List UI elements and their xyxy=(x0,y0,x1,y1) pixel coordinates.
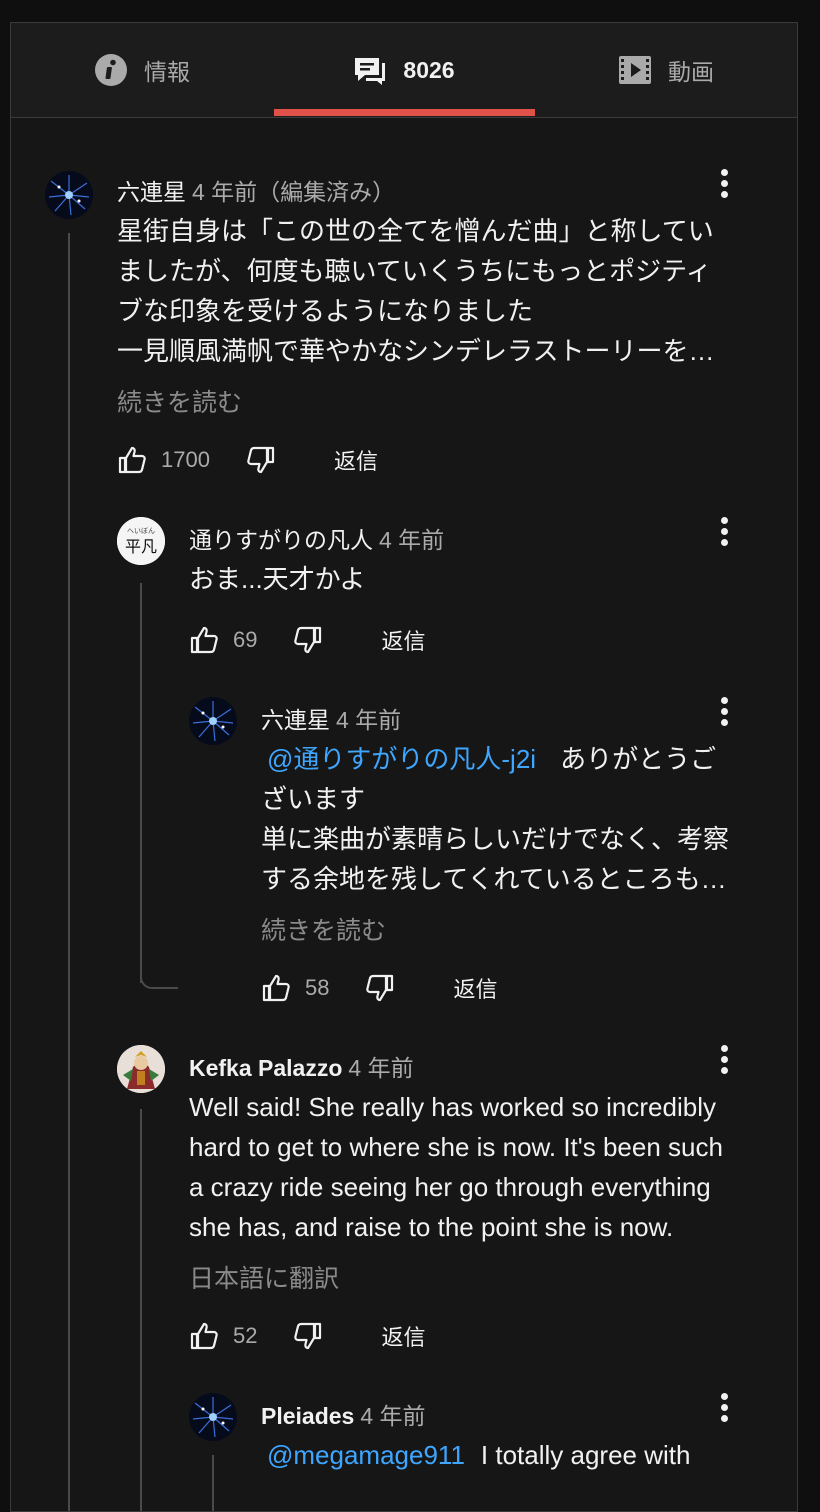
thumbs-down-icon xyxy=(294,626,322,654)
thumbs-down-icon xyxy=(366,974,394,1002)
comment-actions: 1700 返信 xyxy=(117,440,378,480)
like-button[interactable]: 58 xyxy=(261,973,329,1003)
thread-line xyxy=(140,1109,142,1511)
reply-button[interactable]: 返信 xyxy=(334,444,378,476)
reply-button[interactable]: 返信 xyxy=(453,972,497,1004)
comment-text: Well said! She really has worked so incr… xyxy=(189,1092,723,1242)
thumbs-down-icon xyxy=(247,446,275,474)
avatar[interactable] xyxy=(189,697,237,745)
more-options-icon[interactable] xyxy=(714,1045,734,1081)
tab-info-label: 情報 xyxy=(144,59,190,85)
timestamp[interactable]: 4 年前 xyxy=(348,1055,413,1081)
thumbs-up-icon xyxy=(190,626,218,654)
timestamp[interactable]: 4 年前 xyxy=(379,527,444,553)
reply-button[interactable]: 返信 xyxy=(381,1320,425,1352)
author-name[interactable]: Pleiades xyxy=(261,1403,354,1429)
thumbs-down-icon xyxy=(294,1322,322,1350)
svg-text:平凡: 平凡 xyxy=(125,537,157,556)
thread-line xyxy=(212,1455,214,1511)
like-button[interactable]: 1700 xyxy=(117,445,210,475)
like-count: 69 xyxy=(233,627,258,652)
thumbs-up-icon xyxy=(118,446,146,474)
tab-video[interactable]: 動画 xyxy=(535,23,797,117)
tab-comments[interactable]: 8026 xyxy=(273,23,535,117)
dislike-button[interactable] xyxy=(365,973,395,1003)
comment-text: 星街自身は「この世の全てを憎んだ曲」と称してい ましたが、何度も聴いていくうちに… xyxy=(117,216,715,366)
avatar[interactable] xyxy=(45,171,93,219)
like-button[interactable]: 52 xyxy=(189,1321,257,1351)
comments-panel: 情報 8026 動画 六連星 4 年前（編集済み） 星街自身は「この世の全てを憎… xyxy=(10,22,798,1512)
comment-actions: 58 返信 xyxy=(261,968,498,1008)
comment-actions: 52 返信 xyxy=(189,1316,426,1356)
thumbs-up-icon xyxy=(262,974,290,1002)
comment-header: Pleiades 4 年前 xyxy=(261,1397,426,1431)
author-name[interactable]: 通りすがりの凡人 xyxy=(189,527,373,553)
author-name[interactable]: Kefka Palazzo xyxy=(189,1055,342,1081)
like-count: 58 xyxy=(305,975,330,1000)
more-options-icon[interactable] xyxy=(714,1393,734,1429)
tab-bar: 情報 8026 動画 xyxy=(11,23,797,118)
avatar[interactable]: へいぼん 平凡 xyxy=(117,517,165,565)
author-name[interactable]: 六連星 xyxy=(261,707,330,733)
dislike-button[interactable] xyxy=(293,625,323,655)
avatar[interactable] xyxy=(117,1045,165,1093)
comment-header: 六連星 4 年前 xyxy=(261,701,401,735)
tab-info[interactable]: 情報 xyxy=(11,23,273,117)
svg-text:へいぼん: へいぼん xyxy=(127,527,155,535)
active-tab-indicator xyxy=(274,109,535,116)
like-count: 1700 xyxy=(161,447,210,472)
timestamp[interactable]: 4 年前 xyxy=(360,1403,425,1429)
read-more-link[interactable]: 続きを読む xyxy=(261,911,386,947)
comment-header: 通りすがりの凡人 4 年前 xyxy=(189,521,444,555)
thumbs-up-icon xyxy=(190,1322,218,1350)
reply-button[interactable]: 返信 xyxy=(381,624,425,656)
comment-actions: 69 返信 xyxy=(189,620,426,660)
thread-line xyxy=(68,233,70,1511)
more-options-icon[interactable] xyxy=(714,697,734,733)
dislike-button[interactable] xyxy=(293,1321,323,1351)
timestamp[interactable]: 4 年前（編集済み） xyxy=(192,179,395,205)
mention-link[interactable]: @通りすがりの凡人-j2i xyxy=(267,744,536,774)
dislike-button[interactable] xyxy=(246,445,276,475)
comment-text: おま...天才かよ xyxy=(189,564,366,594)
tab-video-label: 動画 xyxy=(668,59,714,85)
comments-icon xyxy=(353,55,387,85)
read-more-link[interactable]: 続きを読む xyxy=(117,383,242,419)
like-button[interactable]: 69 xyxy=(189,625,257,655)
timestamp[interactable]: 4 年前 xyxy=(336,707,401,733)
comments-count: 8026 xyxy=(403,56,455,83)
thread-connector xyxy=(140,963,178,989)
comment-text: @通りすがりの凡人-j2i ありがとうご ざいます 単に楽曲が素晴らしいだけでなく… xyxy=(261,744,730,894)
thread-line xyxy=(140,583,142,983)
more-options-icon[interactable] xyxy=(714,517,734,553)
info-icon xyxy=(94,53,128,87)
author-name[interactable]: 六連星 xyxy=(117,179,186,205)
avatar[interactable] xyxy=(189,1393,237,1441)
like-count: 52 xyxy=(233,1323,258,1348)
comment-header: Kefka Palazzo 4 年前 xyxy=(189,1049,414,1083)
translate-link[interactable]: 日本語に翻訳 xyxy=(189,1259,339,1295)
video-icon xyxy=(618,55,652,85)
mention-link[interactable]: @megamage911 xyxy=(267,1440,465,1470)
comment-text: @megamage911 I totally agree with xyxy=(267,1440,691,1470)
comment-header: 六連星 4 年前（編集済み） xyxy=(117,173,395,207)
more-options-icon[interactable] xyxy=(714,169,734,205)
